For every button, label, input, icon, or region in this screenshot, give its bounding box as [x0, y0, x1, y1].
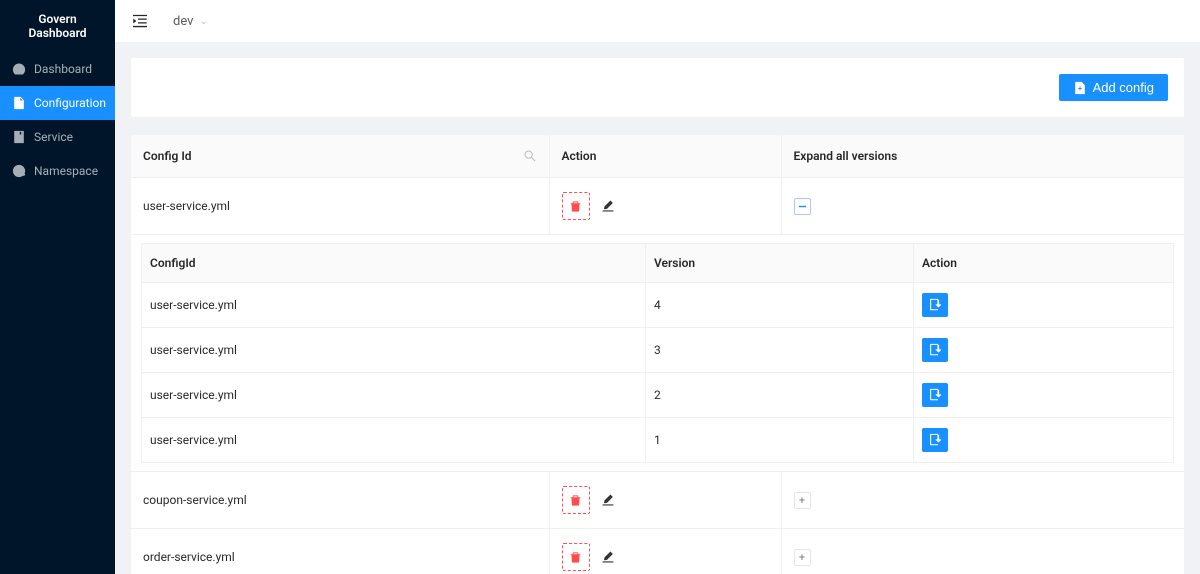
sidebar-item-namespace[interactable]: Namespace — [0, 154, 115, 188]
nested-row: user-service.yml3 — [142, 328, 1174, 373]
chevron-down-icon: ⌄ — [199, 16, 207, 27]
column-header-config-id: Config Id — [131, 135, 549, 178]
sidebar-item-label: Dashboard — [34, 62, 92, 76]
search-icon[interactable] — [523, 149, 537, 163]
config-id-cell: coupon-service.yml — [131, 472, 549, 529]
nested-action — [914, 328, 1174, 373]
action-bar-card: Add config — [131, 58, 1184, 117]
expand-row-button[interactable]: + — [794, 492, 811, 509]
nested-column-version: Version — [646, 244, 914, 283]
expand-cell: + — [781, 529, 1184, 574]
table-row: user-service.yml — [131, 178, 1184, 235]
edit-button[interactable] — [594, 543, 622, 571]
delete-button[interactable] — [562, 192, 590, 220]
action-cell — [549, 472, 781, 529]
nested-config-id: user-service.yml — [142, 328, 646, 373]
edit-button[interactable] — [594, 192, 622, 220]
config-table: Config Id Action Expand all versions use… — [131, 135, 1184, 574]
sidebar: Govern Dashboard Dashboard Configuration… — [0, 0, 115, 574]
sidebar-item-label: Service — [34, 130, 73, 144]
nested-column-config-id: ConfigId — [142, 244, 646, 283]
nested-action — [914, 283, 1174, 328]
deployment-icon — [12, 164, 26, 178]
expanded-row: ConfigIdVersionActionuser-service.yml4us… — [131, 235, 1184, 472]
app-title: Govern Dashboard — [0, 0, 115, 52]
rollback-button[interactable] — [922, 383, 948, 407]
config-id-cell: order-service.yml — [131, 529, 549, 574]
nested-row: user-service.yml2 — [142, 373, 1174, 418]
content-area: Add config Config Id Action Expand all v — [115, 42, 1200, 574]
sidebar-item-configuration[interactable]: Configuration — [0, 86, 115, 120]
nested-config-id: user-service.yml — [142, 283, 646, 328]
nested-row: user-service.yml1 — [142, 418, 1174, 463]
sidebar-item-service[interactable]: Service — [0, 120, 115, 154]
add-config-label: Add config — [1093, 80, 1154, 95]
action-cell — [549, 178, 781, 235]
nested-versions-table: ConfigIdVersionActionuser-service.yml4us… — [131, 235, 1184, 471]
nested-config-id: user-service.yml — [142, 373, 646, 418]
rollback-button[interactable] — [922, 428, 948, 452]
sidebar-item-label: Namespace — [34, 164, 98, 178]
action-cell — [549, 529, 781, 574]
add-config-button[interactable]: Add config — [1059, 74, 1168, 101]
collapse-icon[interactable] — [131, 12, 149, 30]
dashboard-icon — [12, 62, 26, 76]
edit-button[interactable] — [594, 486, 622, 514]
nested-column-action: Action — [914, 244, 1174, 283]
table-row: coupon-service.yml + — [131, 472, 1184, 529]
env-value: dev — [173, 14, 193, 29]
rollback-button[interactable] — [922, 338, 948, 362]
nested-action — [914, 373, 1174, 418]
nested-action — [914, 418, 1174, 463]
nested-version: 4 — [646, 283, 914, 328]
main-area: dev ⌄ Add config Config Id — [115, 0, 1200, 574]
file-icon — [12, 96, 26, 110]
expand-cell: + — [781, 472, 1184, 529]
collapse-row-button[interactable] — [794, 198, 811, 215]
nested-version: 1 — [646, 418, 914, 463]
file-add-icon — [1073, 81, 1087, 95]
column-header-action: Action — [549, 135, 781, 178]
book-icon — [12, 130, 26, 144]
table-row: order-service.yml + — [131, 529, 1184, 574]
nested-config-id: user-service.yml — [142, 418, 646, 463]
nested-version: 3 — [646, 328, 914, 373]
nested-version: 2 — [646, 373, 914, 418]
topbar: dev ⌄ — [115, 0, 1200, 42]
expand-row-button[interactable]: + — [794, 549, 811, 566]
delete-button[interactable] — [562, 543, 590, 571]
env-selector[interactable]: dev ⌄ — [173, 14, 208, 29]
nested-row: user-service.yml4 — [142, 283, 1174, 328]
delete-button[interactable] — [562, 486, 590, 514]
column-header-expand: Expand all versions — [781, 135, 1184, 178]
sidebar-item-dashboard[interactable]: Dashboard — [0, 52, 115, 86]
sidebar-item-label: Configuration — [34, 96, 106, 110]
rollback-button[interactable] — [922, 293, 948, 317]
config-id-cell: user-service.yml — [131, 178, 549, 235]
expand-cell — [781, 178, 1184, 235]
